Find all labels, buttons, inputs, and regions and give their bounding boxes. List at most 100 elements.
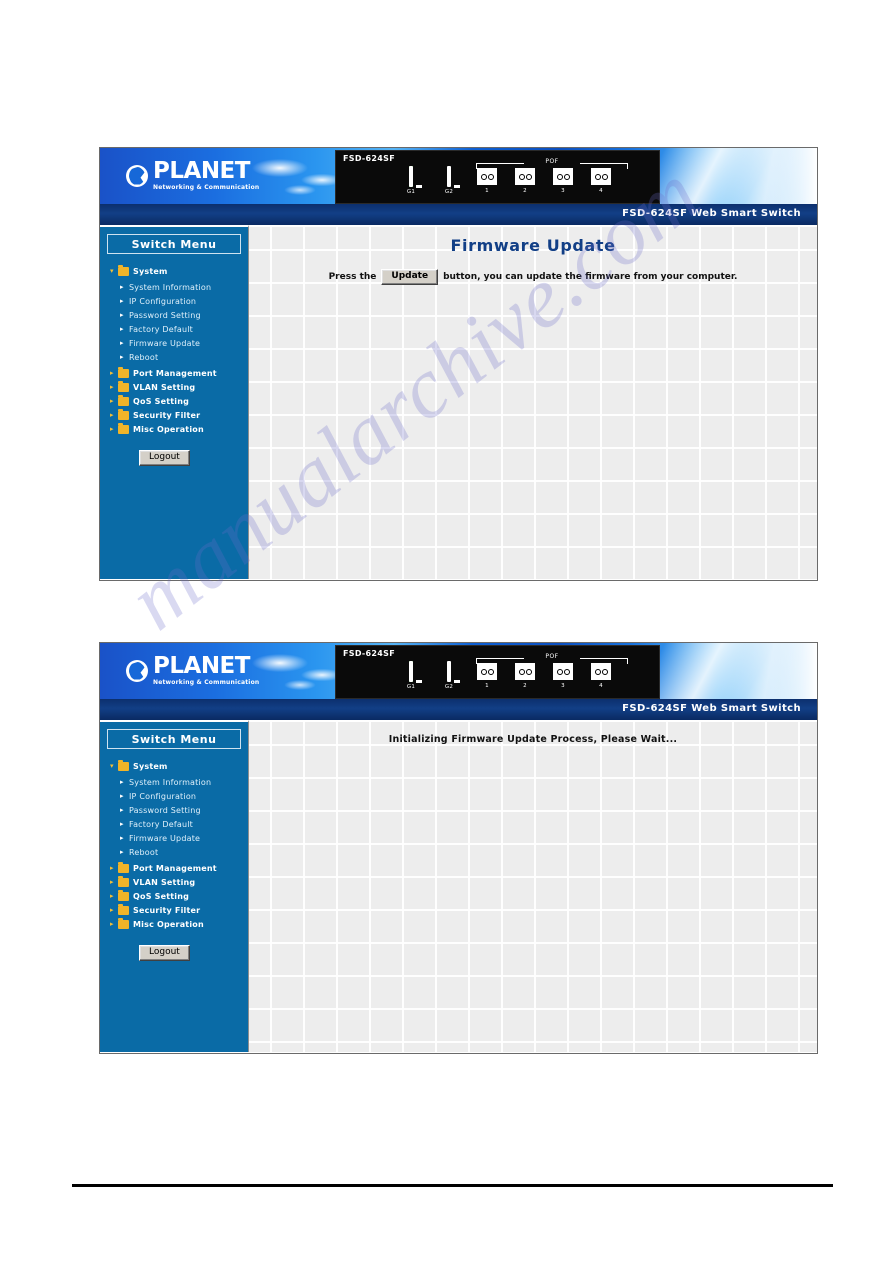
sidebar-group-label: System — [133, 761, 168, 771]
sidebar-group-security-filter[interactable]: ▸ Security Filter — [110, 408, 248, 422]
port-label: G1 — [406, 684, 416, 690]
port-g1[interactable]: G1 — [398, 661, 424, 690]
chevron-right-icon: ▸ — [120, 311, 124, 319]
app-titlebar: FSD-624SF Web Smart Switch — [100, 204, 817, 225]
chevron-right-icon: ▸ — [120, 353, 124, 361]
chevron-right-icon: ▸ — [120, 848, 124, 856]
sidebar-item-factory-default[interactable]: ▸ Factory Default — [120, 817, 248, 831]
chevron-right-icon: ▸ — [120, 792, 124, 800]
rj45-jack-icon — [447, 166, 451, 187]
sidebar-item-label: IP Configuration — [129, 791, 197, 801]
pof-bracket-bar-right — [580, 163, 628, 164]
chevron-right-icon: ▸ — [110, 383, 114, 391]
sidebar-item-label: Firmware Update — [129, 833, 201, 843]
logout-container: Logout — [110, 446, 248, 466]
sidebar-menu: ▾ System ▸ System Information ▸ IP Confi… — [100, 264, 248, 466]
app-titlebar: FSD-624SF Web Smart Switch — [100, 699, 817, 720]
sidebar-submenu-system: ▸ System Information ▸ IP Configuration … — [120, 775, 248, 859]
sidebar-group-label: Port Management — [133, 863, 217, 873]
planet-logo: PLANET Networking & Communication — [126, 160, 259, 191]
globe-icon — [126, 164, 148, 187]
sidebar-item-ip-configuration[interactable]: ▸ IP Configuration — [120, 789, 248, 803]
logout-button[interactable]: Logout — [139, 945, 190, 961]
folder-icon — [118, 875, 129, 887]
sidebar-group-vlan-setting[interactable]: ▸ VLAN Setting — [110, 875, 248, 889]
port-4[interactable]: 4 — [588, 663, 614, 689]
chevron-right-icon: ▸ — [120, 325, 124, 333]
sidebar-group-misc-operation[interactable]: ▸ Misc Operation — [110, 917, 248, 931]
port-label: G1 — [406, 189, 416, 195]
sidebar-item-system-information[interactable]: ▸ System Information — [120, 775, 248, 789]
device-front-panel: FSD-624SF POF G1 G2 1 2 3 4 — [335, 150, 660, 204]
sidebar-item-firmware-update[interactable]: ▸ Firmware Update — [120, 336, 248, 350]
sidebar-group-security-filter[interactable]: ▸ Security Filter — [110, 903, 248, 917]
chevron-right-icon: ▸ — [120, 806, 124, 814]
sidebar-item-label: Firmware Update — [129, 338, 201, 348]
port-label: 3 — [561, 683, 565, 689]
chevron-right-icon: ▸ — [110, 397, 114, 405]
pof-bracket-bar-right — [580, 658, 628, 659]
sidebar-item-label: Password Setting — [129, 310, 201, 320]
sidebar-group-label: VLAN Setting — [133, 877, 196, 887]
sidebar-group-port-management[interactable]: ▸ Port Management — [110, 861, 248, 875]
sidebar-group-misc-operation[interactable]: ▸ Misc Operation — [110, 422, 248, 436]
page-footer-rule — [72, 1184, 833, 1187]
screenshot-firmware-update-initializing: PLANET Networking & Communication FSD-62… — [99, 642, 818, 1054]
chevron-right-icon: ▸ — [120, 339, 124, 347]
sidebar-item-password-setting[interactable]: ▸ Password Setting — [120, 803, 248, 817]
rj45-jack-icon — [447, 661, 451, 682]
port-1[interactable]: 1 — [474, 168, 500, 194]
sidebar-item-label: Password Setting — [129, 805, 201, 815]
port-label: 4 — [599, 683, 603, 689]
chevron-right-icon: ▸ — [110, 906, 114, 914]
sidebar-item-system-information[interactable]: ▸ System Information — [120, 280, 248, 294]
folder-icon — [118, 422, 129, 434]
sidebar-group-system[interactable]: ▾ System — [110, 759, 248, 773]
sidebar-group-port-management[interactable]: ▸ Port Management — [110, 366, 248, 380]
pof-bracket-tick-right — [627, 658, 628, 664]
update-button[interactable]: Update — [381, 269, 439, 285]
fiber-jack-icon — [515, 168, 535, 185]
logout-button[interactable]: Logout — [139, 450, 190, 466]
chevron-right-icon: ▸ — [110, 878, 114, 886]
sidebar-group-vlan-setting[interactable]: ▸ VLAN Setting — [110, 380, 248, 394]
sidebar-group-qos-setting[interactable]: ▸ QoS Setting — [110, 889, 248, 903]
folder-icon — [118, 394, 129, 406]
port-3[interactable]: 3 — [550, 663, 576, 689]
sidebar-item-firmware-update[interactable]: ▸ Firmware Update — [120, 831, 248, 845]
sidebar: Switch Menu ▾ System ▸ System Informatio… — [100, 720, 249, 1052]
product-banner: PLANET Networking & Communication FSD-62… — [100, 643, 817, 699]
sidebar-group-label: Port Management — [133, 368, 217, 378]
port-1[interactable]: 1 — [474, 663, 500, 689]
logo-tagline: Networking & Communication — [153, 679, 260, 686]
sidebar-group-label: Security Filter — [133, 410, 201, 420]
port-2[interactable]: 2 — [512, 663, 538, 689]
sidebar-item-reboot[interactable]: ▸ Reboot — [120, 350, 248, 364]
port-g1[interactable]: G1 — [398, 166, 424, 195]
chevron-right-icon: ▸ — [120, 778, 124, 786]
port-g2[interactable]: G2 — [436, 166, 462, 195]
chevron-right-icon: ▸ — [110, 864, 114, 872]
sidebar-item-reboot[interactable]: ▸ Reboot — [120, 845, 248, 859]
sidebar-item-factory-default[interactable]: ▸ Factory Default — [120, 322, 248, 336]
port-g2[interactable]: G2 — [436, 661, 462, 690]
sidebar-item-password-setting[interactable]: ▸ Password Setting — [120, 308, 248, 322]
sidebar-group-label: System — [133, 266, 168, 276]
port-label: 2 — [523, 188, 527, 194]
sidebar-group-system[interactable]: ▾ System — [110, 264, 248, 278]
chevron-right-icon: ▸ — [120, 834, 124, 842]
sidebar-item-label: Reboot — [129, 352, 159, 362]
port-2[interactable]: 2 — [512, 168, 538, 194]
fiber-jack-icon — [591, 168, 611, 185]
chevron-right-icon: ▸ — [120, 820, 124, 828]
chevron-right-icon: ▸ — [110, 892, 114, 900]
port-label: 2 — [523, 683, 527, 689]
folder-icon — [118, 759, 129, 771]
port-3[interactable]: 3 — [550, 168, 576, 194]
sidebar-item-label: Factory Default — [129, 819, 193, 829]
sidebar-item-ip-configuration[interactable]: ▸ IP Configuration — [120, 294, 248, 308]
sidebar-group-qos-setting[interactable]: ▸ QoS Setting — [110, 394, 248, 408]
port-label: 4 — [599, 188, 603, 194]
chevron-right-icon: ▸ — [110, 920, 114, 928]
port-4[interactable]: 4 — [588, 168, 614, 194]
